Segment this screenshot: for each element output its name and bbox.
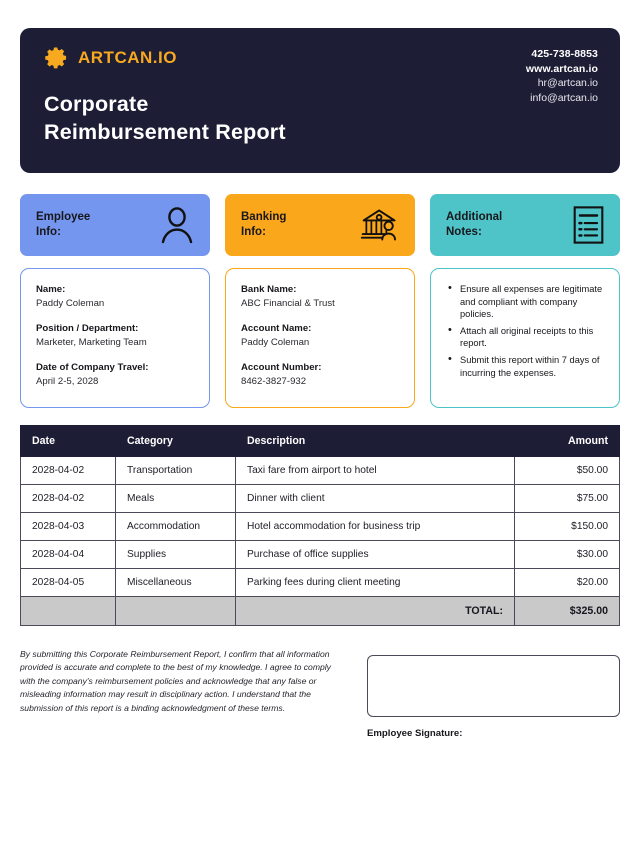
cell-description: Parking fees during client meeting (235, 568, 515, 597)
list-item: Ensure all expenses are legitimate and c… (447, 282, 605, 321)
column-header-category: Category (115, 425, 236, 457)
column-header-date: Date (20, 425, 116, 457)
cell-description: Dinner with client (235, 484, 515, 513)
contact-website: www.artcan.io (525, 62, 598, 75)
table-row: 2028-04-05 Miscellaneous Parking fees du… (20, 568, 620, 597)
cell-amount: $75.00 (514, 484, 620, 513)
title-line-1: Corporate (44, 92, 149, 116)
cell-date: 2028-04-04 (20, 540, 116, 569)
field-position: Position / Department: Marketer, Marketi… (36, 322, 195, 350)
field-position-label: Position / Department: (36, 323, 139, 334)
total-label: TOTAL: (235, 596, 515, 626)
cell-amount: $150.00 (514, 512, 620, 541)
contact-phone: 425-738-8853 (531, 48, 598, 60)
field-account-number-label: Account Number: (241, 362, 322, 373)
section-cards: Employee Info: Banking Info: Additional … (20, 194, 620, 256)
field-travel-date: Date of Company Travel: April 2-5, 2028 (36, 361, 195, 389)
field-travel-date-value: April 2-5, 2028 (36, 376, 99, 387)
additional-notes-box: Ensure all expenses are legitimate and c… (430, 268, 620, 408)
field-bank-name-value: ABC Financial & Trust (241, 298, 335, 309)
signature-label: Employee Signature: (367, 728, 463, 739)
cell-category: Accommodation (115, 512, 236, 541)
card-employee-label-line1: Employee (36, 211, 91, 223)
logo-text: ARTCAN.IO (78, 47, 177, 67)
expense-table: Date Category Description Amount 2028-04… (20, 425, 620, 626)
signature-section: Employee Signature: (367, 648, 620, 739)
cell-category: Miscellaneous (115, 568, 236, 597)
table-total-row: TOTAL: $325.00 (20, 596, 620, 626)
total-spacer-date (20, 596, 116, 626)
field-travel-date-label: Date of Company Travel: (36, 362, 149, 373)
contact-info: 425-738-8853 www.artcan.io hr@artcan.io … (526, 47, 598, 105)
card-employee-label: Employee Info: (36, 210, 90, 240)
table-row: 2028-04-02 Transportation Taxi fare from… (20, 456, 620, 485)
field-account-name-value: Paddy Coleman (241, 337, 310, 348)
disclaimer-text: By submitting this Corporate Reimburseme… (20, 649, 331, 713)
brand-logo: ARTCAN.IO (44, 45, 598, 70)
bank-icon (360, 205, 400, 245)
cell-amount: $20.00 (514, 568, 620, 597)
card-banking-label: Banking Info: (241, 210, 286, 240)
total-amount: $325.00 (514, 596, 620, 626)
cell-category: Transportation (115, 456, 236, 485)
table-header-row: Date Category Description Amount (20, 425, 620, 457)
card-banking-label-line2: Info: (241, 226, 266, 238)
cell-category: Supplies (115, 540, 236, 569)
card-banking-info: Banking Info: (225, 194, 415, 256)
card-notes-label-line2: Notes: (446, 226, 482, 238)
cell-date: 2028-04-05 (20, 568, 116, 597)
title-line-2: Reimbursement Report (44, 120, 286, 144)
card-employee-info: Employee Info: (20, 194, 210, 256)
notes-list: Ensure all expenses are legitimate and c… (446, 282, 605, 379)
table-row: 2028-04-02 Meals Dinner with client $75.… (20, 484, 620, 513)
list-item: Attach all original receipts to this rep… (447, 324, 605, 350)
card-notes-label-line1: Additional (446, 211, 503, 223)
cell-description: Purchase of office supplies (235, 540, 515, 569)
column-header-description: Description (235, 425, 515, 457)
cell-description: Hotel accommodation for business trip (235, 512, 515, 541)
field-name-value: Paddy Coleman (36, 298, 105, 309)
report-header: ARTCAN.IO 425-738-8853 www.artcan.io hr@… (20, 28, 620, 173)
person-icon (159, 206, 195, 244)
table-row: 2028-04-04 Supplies Purchase of office s… (20, 540, 620, 569)
field-account-name-label: Account Name: (241, 323, 312, 334)
signature-input-box[interactable] (367, 655, 620, 717)
field-bank-name: Bank Name: ABC Financial & Trust (241, 283, 400, 311)
field-account-number: Account Number: 8462-3827-932 (241, 361, 400, 389)
field-bank-name-label: Bank Name: (241, 284, 297, 295)
cell-date: 2028-04-02 (20, 456, 116, 485)
banking-info-box: Bank Name: ABC Financial & Trust Account… (225, 268, 415, 408)
section-info-boxes: Name: Paddy Coleman Position / Departmen… (20, 268, 620, 408)
document-list-icon (572, 205, 605, 245)
card-additional-notes: Additional Notes: (430, 194, 620, 256)
card-employee-label-line2: Info: (36, 226, 61, 238)
field-name: Name: Paddy Coleman (36, 283, 195, 311)
reimbursement-report-page: ARTCAN.IO 425-738-8853 www.artcan.io hr@… (0, 28, 640, 856)
card-notes-label: Additional Notes: (446, 210, 502, 240)
employee-info-box: Name: Paddy Coleman Position / Departmen… (20, 268, 210, 408)
field-position-value: Marketer, Marketing Team (36, 337, 147, 348)
list-item: Submit this report within 7 days of incu… (447, 353, 605, 379)
report-footer: By submitting this Corporate Reimburseme… (20, 648, 620, 739)
contact-email-hr: hr@artcan.io (537, 77, 598, 89)
cell-description: Taxi fare from airport to hotel (235, 456, 515, 485)
cell-amount: $50.00 (514, 456, 620, 485)
field-account-number-value: 8462-3827-932 (241, 376, 307, 387)
card-banking-label-line1: Banking (241, 211, 287, 223)
table-row: 2028-04-03 Accommodation Hotel accommoda… (20, 512, 620, 541)
field-account-name: Account Name: Paddy Coleman (241, 322, 400, 350)
cell-category: Meals (115, 484, 236, 513)
contact-email-info: info@artcan.io (530, 91, 598, 104)
cell-date: 2028-04-02 (20, 484, 116, 513)
gear-icon (44, 45, 69, 70)
field-name-label: Name: (36, 284, 66, 295)
page-title: Corporate Reimbursement Report (44, 90, 598, 146)
column-header-amount: Amount (514, 425, 620, 457)
cell-date: 2028-04-03 (20, 512, 116, 541)
total-spacer-category (115, 596, 236, 626)
cell-amount: $30.00 (514, 540, 620, 569)
